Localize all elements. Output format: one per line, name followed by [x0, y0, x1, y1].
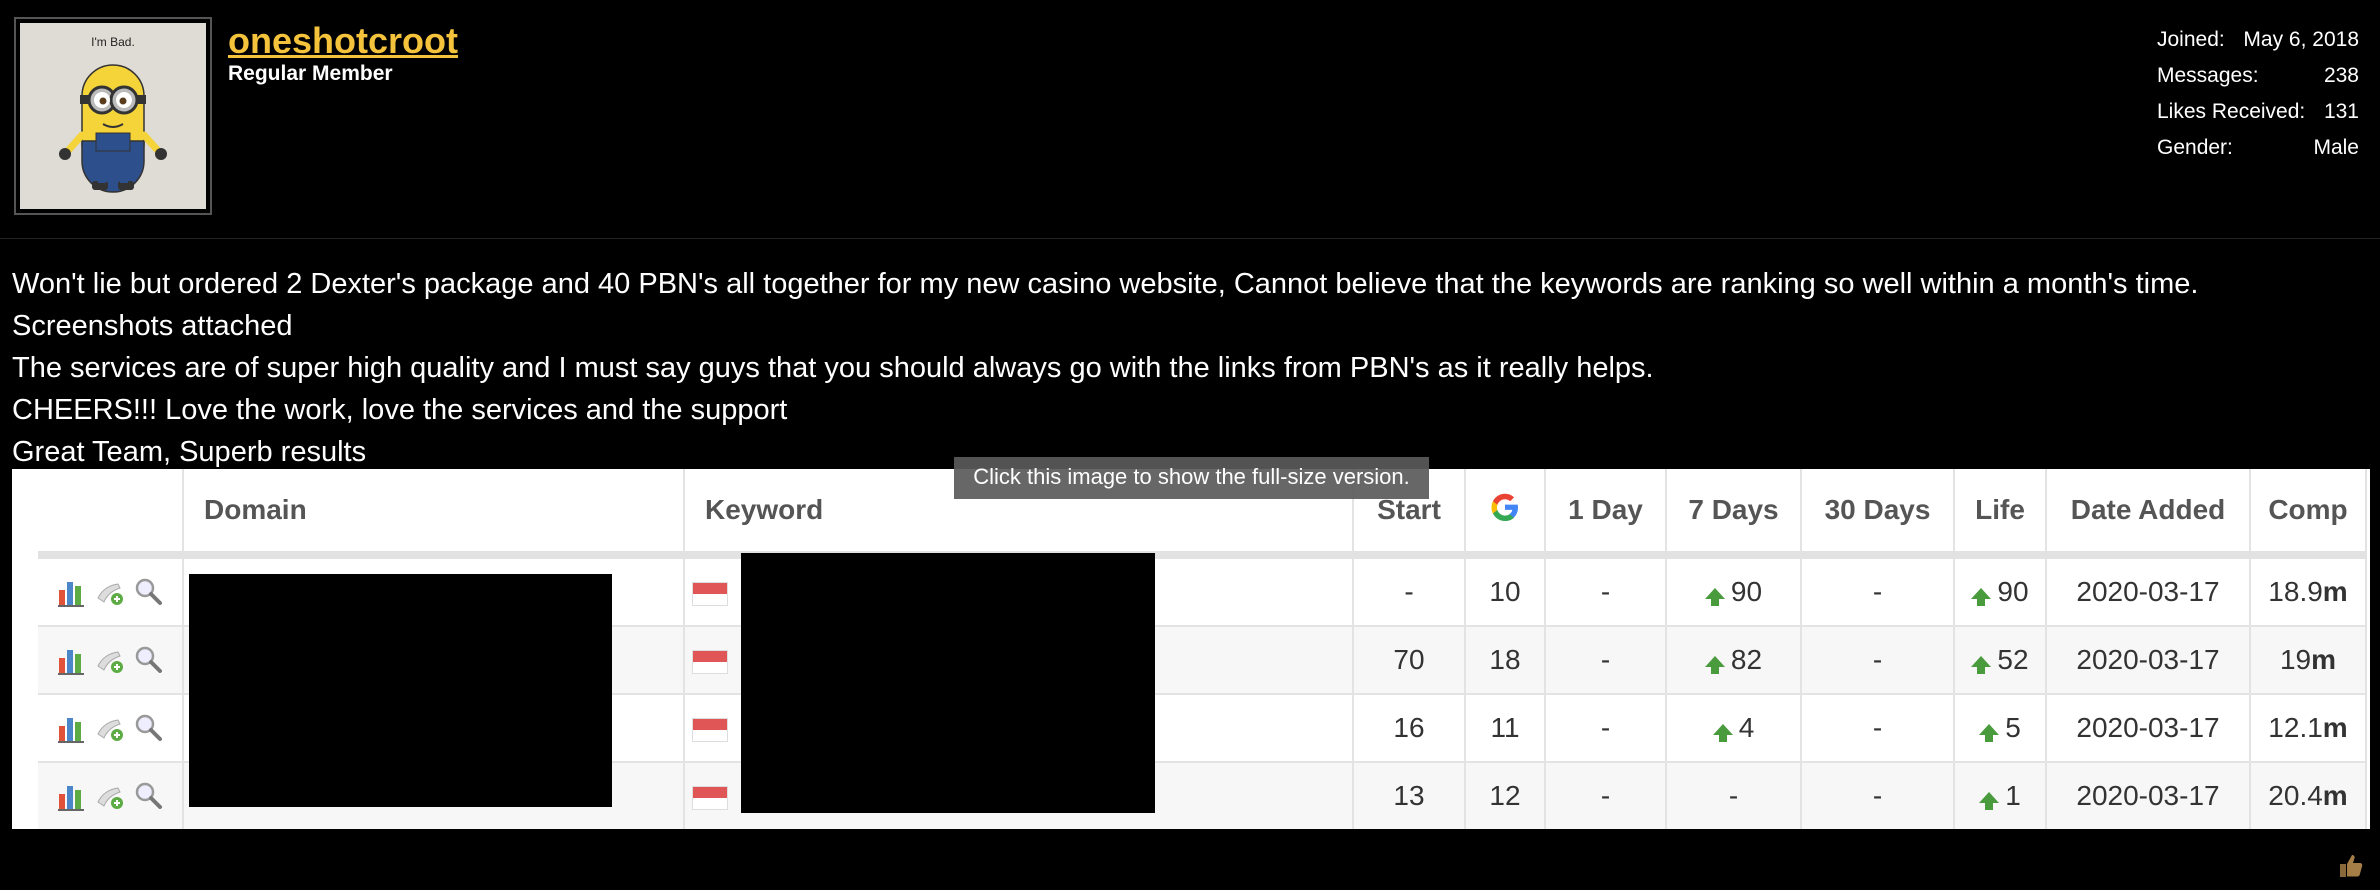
col-life[interactable]: Life: [1954, 469, 2047, 559]
up-arrow-icon: [1979, 724, 2000, 743]
comp-cell: 18.9m: [2250, 555, 2367, 627]
redaction-box-domain: [189, 574, 612, 807]
days7-cell: -: [1666, 762, 1802, 829]
day1-cell: -: [1545, 762, 1667, 829]
google-cell: 10: [1465, 555, 1546, 627]
google-logo-icon: [1491, 493, 1518, 521]
magnifier-icon[interactable]: [132, 712, 164, 744]
row-actions: [38, 762, 184, 829]
date-cell: 2020-03-17: [2046, 555, 2251, 627]
bar-chart-icon[interactable]: [56, 576, 88, 608]
col-30days[interactable]: 30 Days: [1801, 469, 1955, 559]
comp-cell: 19m: [2250, 626, 2367, 695]
col-1day[interactable]: 1 Day: [1545, 469, 1667, 559]
life-cell: 5: [1954, 694, 2047, 763]
stat-gender: Gender: Male: [2157, 136, 2359, 172]
add-note-icon[interactable]: [94, 780, 126, 812]
flag-icon: [692, 649, 728, 674]
date-cell: 2020-03-17: [2046, 762, 2251, 829]
avatar-image: I'm Bad.: [20, 23, 206, 209]
post-line: CHEERS!!! Love the work, love the servic…: [12, 394, 788, 426]
stat-label: Likes Received:: [2157, 100, 2306, 123]
add-note-icon[interactable]: [94, 576, 126, 608]
google-cell: 18: [1465, 626, 1546, 695]
post-line: The services are of super high quality a…: [12, 352, 1654, 384]
comp-cell: 12.1m: [2250, 694, 2367, 763]
col-7days[interactable]: 7 Days: [1666, 469, 1802, 559]
stat-value: May 6, 2018: [2243, 28, 2359, 51]
bar-chart-icon[interactable]: [56, 712, 88, 744]
days7-cell: 82: [1666, 626, 1802, 695]
life-cell: 90: [1954, 555, 2047, 627]
up-arrow-icon: [1971, 656, 1992, 675]
days30-cell: -: [1801, 555, 1955, 627]
flag-icon: [692, 581, 728, 606]
start-cell: 13: [1353, 762, 1466, 829]
user-stats: Joined: May 6, 2018 Messages: 238 Likes …: [2157, 28, 2359, 172]
up-arrow-icon: [1971, 588, 1992, 607]
days7-cell: 4: [1666, 694, 1802, 763]
google-cell: 12: [1465, 762, 1546, 829]
add-note-icon[interactable]: [94, 712, 126, 744]
row-actions: [38, 626, 184, 695]
stat-value: 131: [2323, 100, 2359, 123]
bar-chart-icon[interactable]: [56, 780, 88, 812]
minion-icon: [59, 64, 167, 193]
col-actions: [38, 469, 184, 559]
thumbs-up-icon[interactable]: [2336, 850, 2366, 880]
divider: [0, 238, 2380, 239]
flag-icon: [692, 717, 728, 742]
date-cell: 2020-03-17: [2046, 626, 2251, 695]
bar-chart-icon[interactable]: [56, 644, 88, 676]
start-cell: 70: [1353, 626, 1466, 695]
post-line: Screenshots attached: [12, 310, 293, 342]
magnifier-icon[interactable]: [132, 576, 164, 608]
stat-joined: Joined: May 6, 2018: [2157, 28, 2359, 64]
stat-label: Gender:: [2157, 136, 2233, 159]
days7-cell: 90: [1666, 555, 1802, 627]
col-domain[interactable]: Domain: [183, 469, 685, 559]
stat-label: Messages:: [2157, 64, 2259, 87]
add-note-icon[interactable]: [94, 644, 126, 676]
stat-value[interactable]: 238: [2324, 64, 2359, 100]
days30-cell: -: [1801, 626, 1955, 695]
post-line: Won't lie but ordered 2 Dexter's package…: [12, 268, 2199, 300]
start-cell: -: [1353, 555, 1466, 627]
stat-messages: Messages: 238: [2157, 64, 2359, 100]
post-body: Won't lie but ordered 2 Dexter's package…: [12, 263, 2198, 473]
stat-value: Male: [2313, 136, 2359, 159]
up-arrow-icon: [1979, 792, 2000, 811]
col-date-added[interactable]: Date Added: [2046, 469, 2251, 559]
avatar[interactable]: I'm Bad.: [14, 17, 212, 215]
day1-cell: -: [1545, 555, 1667, 627]
date-cell: 2020-03-17: [2046, 694, 2251, 763]
up-arrow-icon: [1704, 588, 1725, 607]
attachment-image[interactable]: Domain Keyword Start 1 Day 7 Days 30 Day…: [12, 469, 2370, 829]
google-cell: 11: [1465, 694, 1546, 763]
image-tooltip: Click this image to show the full-size v…: [954, 457, 1429, 499]
start-cell: 16: [1353, 694, 1466, 763]
stat-likes: Likes Received: 131: [2157, 100, 2359, 136]
stat-label: Joined:: [2157, 28, 2225, 51]
row-actions: [38, 694, 184, 763]
flag-icon: [692, 785, 728, 810]
comp-cell: 20.4m: [2250, 762, 2367, 829]
username-link[interactable]: oneshotcroot: [228, 20, 458, 62]
row-actions: [38, 555, 184, 627]
user-title: Regular Member: [228, 62, 393, 85]
life-cell: 1: [1954, 762, 2047, 829]
col-google[interactable]: [1465, 469, 1546, 559]
up-arrow-icon: [1704, 656, 1725, 675]
magnifier-icon[interactable]: [132, 644, 164, 676]
days30-cell: -: [1801, 762, 1955, 829]
magnifier-icon[interactable]: [132, 780, 164, 812]
life-cell: 52: [1954, 626, 2047, 695]
day1-cell: -: [1545, 626, 1667, 695]
col-comp[interactable]: Comp: [2250, 469, 2367, 559]
day1-cell: -: [1545, 694, 1667, 763]
up-arrow-icon: [1712, 724, 1733, 743]
redaction-box-keyword: [741, 553, 1155, 813]
days30-cell: -: [1801, 694, 1955, 763]
